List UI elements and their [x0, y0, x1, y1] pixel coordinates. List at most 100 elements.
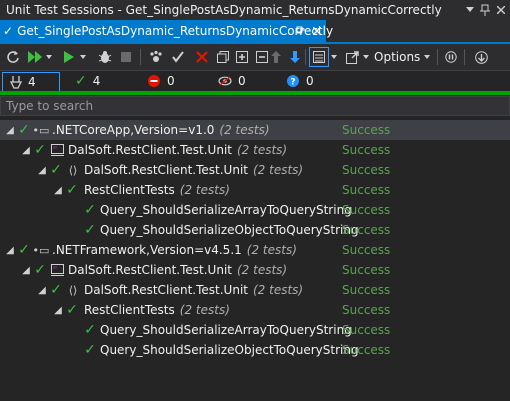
failed-count: 0 — [167, 74, 175, 88]
tree-row[interactable]: ✓ Query_ShouldSerializeObjectToQueryStri… — [0, 220, 510, 240]
group-by-dropdown-icon[interactable] — [330, 47, 338, 67]
filter-failed[interactable]: 0 — [148, 72, 198, 90]
total-count: 4 — [28, 75, 36, 89]
row-name: RestClientTests — [84, 303, 175, 317]
results-summary-bar: 4 ✓ 4 0 0 ? 0 — [0, 71, 510, 92]
row-meta: (2 tests) — [219, 123, 270, 137]
progress-bar — [0, 91, 510, 95]
pin-icon[interactable] — [477, 0, 493, 20]
run-all-dropdown-icon[interactable] — [44, 47, 54, 67]
row-meta: (2 tests) — [253, 163, 304, 177]
status-text: Success — [342, 203, 391, 217]
collapse-arrow-icon[interactable]: ◢ — [20, 145, 32, 156]
status-text: Success — [342, 143, 391, 157]
collapse-arrow-icon[interactable]: ◢ — [20, 265, 32, 276]
passed-icon: ✓ — [66, 182, 78, 198]
refresh-icon[interactable] — [4, 47, 22, 67]
collapse-arrow-icon[interactable]: ◢ — [36, 165, 48, 176]
expand-all-icon[interactable] — [233, 47, 251, 67]
close-icon[interactable] — [493, 0, 509, 20]
tree-row[interactable]: ◢ ✓ DalSoft.RestClient.Test.Unit (2 test… — [0, 260, 510, 280]
session-tab-bar: ✓ Get_SinglePostAsDynamic_ReturnsDynamic… — [0, 20, 510, 44]
stop-icon[interactable] — [118, 47, 134, 67]
passed-icon: ✓ — [18, 122, 30, 138]
window-title: Unit Test Sessions - Get_SinglePostAsDyn… — [6, 3, 442, 17]
filter-ignored[interactable]: 0 — [218, 72, 268, 90]
row-meta: (2 tests) — [179, 303, 230, 317]
run-all-icon[interactable] — [26, 47, 44, 67]
passed-icon: ✓ — [34, 262, 46, 278]
options-label: Options — [374, 50, 421, 64]
collapse-arrow-icon[interactable]: ◢ — [4, 125, 16, 136]
options-dropdown-icon — [424, 55, 431, 59]
tree-row[interactable]: ◢ ✓ RestClientTests (2 tests) Success — [0, 300, 510, 320]
check-icon: ✓ — [3, 24, 14, 38]
previous-icon[interactable] — [268, 47, 284, 67]
tree-row[interactable]: ◢ ✓ •▭ .NETFramework,Version=v4.5.1 (2 t… — [0, 240, 510, 260]
pin-tab-icon[interactable] — [296, 20, 306, 42]
toolbar-separator — [305, 49, 306, 65]
track-running-icon[interactable] — [147, 47, 165, 67]
row-name: .NETFramework,Version=v4.5.1 — [52, 243, 242, 257]
target-framework-icon: •▭ — [32, 123, 50, 137]
close-tab-icon[interactable] — [313, 20, 321, 42]
filter-total[interactable]: 4 — [2, 72, 60, 92]
passed-icon: ✓ — [84, 202, 96, 218]
status-text: Success — [342, 223, 391, 237]
tree-row[interactable]: ✓ Query_ShouldSerializeArrayToQueryStrin… — [0, 200, 510, 220]
next-icon[interactable] — [287, 47, 303, 67]
status-text: Success — [342, 183, 391, 197]
passed-icon: ✓ — [18, 242, 30, 258]
collapse-arrow-icon[interactable]: ◢ — [52, 185, 64, 196]
export-icon[interactable] — [343, 47, 361, 67]
passed-icon: ✓ — [75, 73, 87, 89]
row-name: DalSoft.RestClient.Test.Unit — [84, 283, 248, 297]
tree-row[interactable]: ✓ Query_ShouldSerializeArrayToQueryStrin… — [0, 320, 510, 340]
debug-icon[interactable] — [96, 47, 114, 67]
remove-icon[interactable] — [194, 47, 210, 67]
status-text: Success — [342, 303, 391, 317]
passed-count: 4 — [92, 74, 101, 88]
dropdown-icon[interactable] — [462, 0, 478, 20]
pause-icon[interactable] — [443, 47, 459, 67]
status-text: Success — [342, 123, 391, 137]
passed-icon: ✓ — [84, 222, 96, 238]
search-box[interactable] — [0, 96, 510, 116]
row-name: Query_ShouldSerializeArrayToQueryString — [100, 323, 352, 337]
passed-icon: ✓ — [84, 342, 96, 358]
row-meta: (2 tests) — [253, 283, 304, 297]
tree-row[interactable]: ◢ ✓ DalSoft.RestClient.Test.Unit (2 test… — [0, 140, 510, 160]
row-meta: (2 tests) — [179, 183, 230, 197]
tree-row[interactable]: ◢ ✓ •▭ .NETCoreApp,Version=v1.0 (2 tests… — [0, 120, 510, 140]
options-button[interactable]: Options — [374, 47, 434, 67]
tree-row[interactable]: ◢ ✓ ⟨⟩ DalSoft.RestClient.Test.Unit (2 t… — [0, 280, 510, 300]
toolbar-separator — [464, 49, 465, 65]
target-framework-icon: •▭ — [32, 243, 50, 257]
toolbar-separator — [140, 49, 141, 65]
namespace-icon: ⟨⟩ — [68, 283, 78, 297]
passed-icon: ✓ — [66, 302, 78, 318]
tab-session[interactable]: ✓ Get_SinglePostAsDynamic_ReturnsDynamic… — [0, 20, 333, 42]
autoscroll-icon[interactable] — [472, 47, 490, 67]
unknown-count: 0 — [306, 74, 314, 88]
row-meta: (2 tests) — [237, 143, 288, 157]
filter-passed[interactable]: ✓ 4 — [75, 72, 125, 90]
collapse-arrow-icon[interactable]: ◢ — [4, 245, 16, 256]
collapse-arrow-icon[interactable]: ◢ — [36, 285, 48, 296]
filter-unknown[interactable]: ? 0 — [287, 72, 337, 90]
search-input[interactable] — [1, 98, 488, 114]
tree-row[interactable]: ◢ ✓ ⟨⟩ DalSoft.RestClient.Test.Unit (2 t… — [0, 160, 510, 180]
tree-row[interactable]: ◢ ✓ RestClientTests (2 tests) Success — [0, 180, 510, 200]
row-name: Query_ShouldSerializeArrayToQueryString — [100, 203, 352, 217]
tree-row[interactable]: ✓ Query_ShouldSerializeObjectToQueryStri… — [0, 340, 510, 360]
row-meta: (2 tests) — [237, 263, 288, 277]
collapse-arrow-icon[interactable]: ◢ — [52, 305, 64, 316]
check-tool-icon[interactable] — [170, 47, 186, 67]
row-name: DalSoft.RestClient.Test.Unit — [68, 263, 232, 277]
copy-icon[interactable] — [215, 47, 231, 67]
run-dropdown-icon[interactable] — [78, 47, 88, 67]
project-icon — [48, 144, 66, 156]
run-icon[interactable] — [62, 47, 76, 67]
export-dropdown-icon[interactable] — [362, 47, 370, 67]
group-by-icon[interactable] — [309, 47, 329, 67]
